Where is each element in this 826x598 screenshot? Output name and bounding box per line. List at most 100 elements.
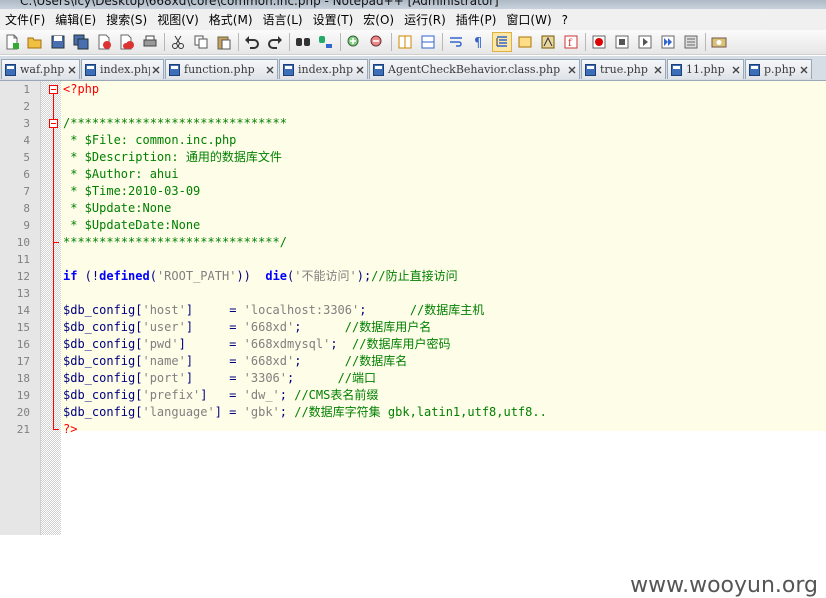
play-macro-button[interactable]	[635, 32, 655, 52]
menu-item-1[interactable]: 编辑(E)	[50, 11, 101, 28]
open-file-icon	[27, 37, 42, 49]
cut-button[interactable]	[168, 32, 188, 52]
code-line[interactable]: <?php	[63, 81, 99, 98]
print-button[interactable]	[140, 32, 160, 52]
user-lang-button[interactable]	[515, 32, 535, 52]
tab-2[interactable]: function.php	[165, 59, 278, 79]
function-list-button[interactable]: f	[561, 32, 581, 52]
code-line[interactable]: $db_config['prefix'] = 'dw_'; //CMS表名前缀	[63, 387, 378, 404]
record-macro-button[interactable]	[589, 32, 609, 52]
code-line[interactable]: * $Description: 通用的数据库文件	[63, 149, 282, 166]
menu-item-8[interactable]: 运行(R)	[399, 11, 451, 28]
line-number-gutter: 1 2 3 4 5 6 7 8 9 10 11 12 13 14 15 16 17 18 19 20 21	[0, 81, 41, 535]
code-area[interactable]: <?php /****************************** * $…	[61, 81, 826, 436]
tab-3[interactable]: index.php	[279, 59, 368, 79]
code-line[interactable]: if (!defined('ROOT_PATH')) die('不能访问');/…	[63, 268, 458, 285]
code-line[interactable]: * $Author: ahui	[63, 166, 178, 183]
menu-item-0[interactable]: 文件(F)	[0, 11, 50, 28]
code-token: 'gbk'	[243, 405, 280, 419]
undo-button[interactable]	[242, 32, 262, 52]
code-line[interactable]: * $Time:2010-03-09	[63, 183, 200, 200]
close-all-button[interactable]	[117, 32, 137, 52]
code-token: //数据库字符集 gbk,latin1,utf8,utf8..	[294, 405, 547, 419]
redo-button[interactable]	[265, 32, 285, 52]
open-file-button[interactable]	[25, 32, 45, 52]
line-number: 6	[23, 168, 30, 181]
zoom-in-button[interactable]	[344, 32, 364, 52]
file-icon	[671, 63, 682, 76]
menu-item-5[interactable]: 语言(L)	[258, 11, 308, 28]
tab-1[interactable]: index.php	[81, 59, 164, 79]
close-button[interactable]	[94, 32, 114, 52]
find-button[interactable]	[293, 32, 313, 52]
code-line[interactable]: $db_config['user'] = '668xd'; //数据库用户名	[63, 319, 431, 336]
redo-icon	[268, 36, 282, 49]
doc-map-button[interactable]	[538, 32, 558, 52]
tab-6[interactable]: 11.php	[667, 59, 744, 79]
code-line[interactable]: $db_config['name'] = '668xd'; //数据库名	[63, 353, 407, 370]
close-icon[interactable]	[151, 65, 161, 75]
code-line[interactable]: * $UpdateDate:None	[63, 217, 200, 234]
menu-item-9[interactable]: 插件(P)	[451, 11, 502, 28]
code-line[interactable]: * $Update:None	[63, 200, 171, 217]
editor[interactable]: 1 2 3 4 5 6 7 8 9 10 11 12 13 14 15 16 17 18 19 20 21 <?php /…	[0, 81, 826, 598]
tab-5[interactable]: true.php	[581, 59, 666, 79]
code-line[interactable]: $db_config['port'] = '3306'; //端口	[63, 370, 376, 387]
indent-guide-button[interactable]	[492, 32, 512, 52]
close-icon[interactable]	[355, 65, 365, 75]
copy-button[interactable]	[191, 32, 211, 52]
show-all-chars-button[interactable]: ¶	[469, 32, 489, 52]
save-button[interactable]	[48, 32, 68, 52]
line-number: 18	[16, 372, 30, 385]
line-number: 1	[23, 83, 30, 96]
new-file-button[interactable]	[2, 32, 22, 52]
save-macro-button[interactable]	[681, 32, 701, 52]
code-line[interactable]: ******************************/	[63, 234, 287, 251]
tab-0[interactable]: waf.php	[1, 59, 80, 79]
close-icon[interactable]	[67, 65, 77, 75]
menu-item-2[interactable]: 搜索(S)	[101, 11, 152, 28]
menu-item-3[interactable]: 视图(V)	[152, 11, 204, 28]
menu-item-6[interactable]: 设置(T)	[308, 11, 359, 28]
code-line[interactable]: /******************************	[63, 115, 287, 132]
file-icon	[169, 63, 180, 76]
menu-item-10[interactable]: 窗口(W)	[501, 11, 556, 28]
tab-4[interactable]: AgentCheckBehavior.class.php	[369, 59, 580, 79]
stop-record-button[interactable]	[612, 32, 632, 52]
close-icon[interactable]	[731, 65, 741, 75]
sync-vertical-button[interactable]	[395, 32, 415, 52]
paste-icon	[217, 36, 231, 50]
code-line[interactable]: * $File: common.inc.php	[63, 132, 236, 149]
launch-browser-icon	[711, 37, 727, 48]
close-icon[interactable]	[265, 65, 275, 75]
menu-item-11[interactable]: ?	[557, 13, 573, 27]
menu-item-4[interactable]: 格式(M)	[204, 11, 258, 28]
launch-browser-button[interactable]	[709, 32, 729, 52]
zoom-out-button[interactable]	[367, 32, 387, 52]
code-token: ] =	[185, 320, 244, 334]
fold-margin[interactable]	[41, 81, 61, 535]
close-icon[interactable]	[567, 65, 577, 75]
close-icon	[98, 34, 111, 50]
close-icon[interactable]	[653, 65, 663, 75]
replace-button[interactable]	[316, 32, 336, 52]
paste-button[interactable]	[214, 32, 234, 52]
close-icon[interactable]	[799, 65, 809, 75]
code-line[interactable]: $db_config['pwd'] = '668xdmysql'; //数据库用…	[63, 336, 450, 353]
code-line[interactable]: $db_config['host'] = 'localhost:3306'; /…	[63, 302, 484, 319]
run-macro-multiple-button[interactable]	[658, 32, 678, 52]
fold-end	[53, 429, 59, 430]
tab-7[interactable]: p.php	[745, 59, 812, 79]
fold-toggle[interactable]	[49, 85, 58, 94]
code-token: ;	[279, 405, 295, 419]
line-number: 10	[16, 236, 30, 249]
sync-horizontal-button[interactable]	[418, 32, 438, 52]
fold-toggle[interactable]	[49, 119, 58, 128]
save-all-button[interactable]	[71, 32, 91, 52]
fold-line	[53, 128, 54, 242]
word-wrap-button[interactable]	[446, 32, 466, 52]
menu-item-7[interactable]: 宏(O)	[358, 11, 399, 28]
code-line[interactable]: ?>	[63, 421, 77, 438]
code-line[interactable]: $db_config['language'] = 'gbk'; //数据库字符集…	[63, 404, 547, 421]
code-token: if	[63, 269, 78, 283]
